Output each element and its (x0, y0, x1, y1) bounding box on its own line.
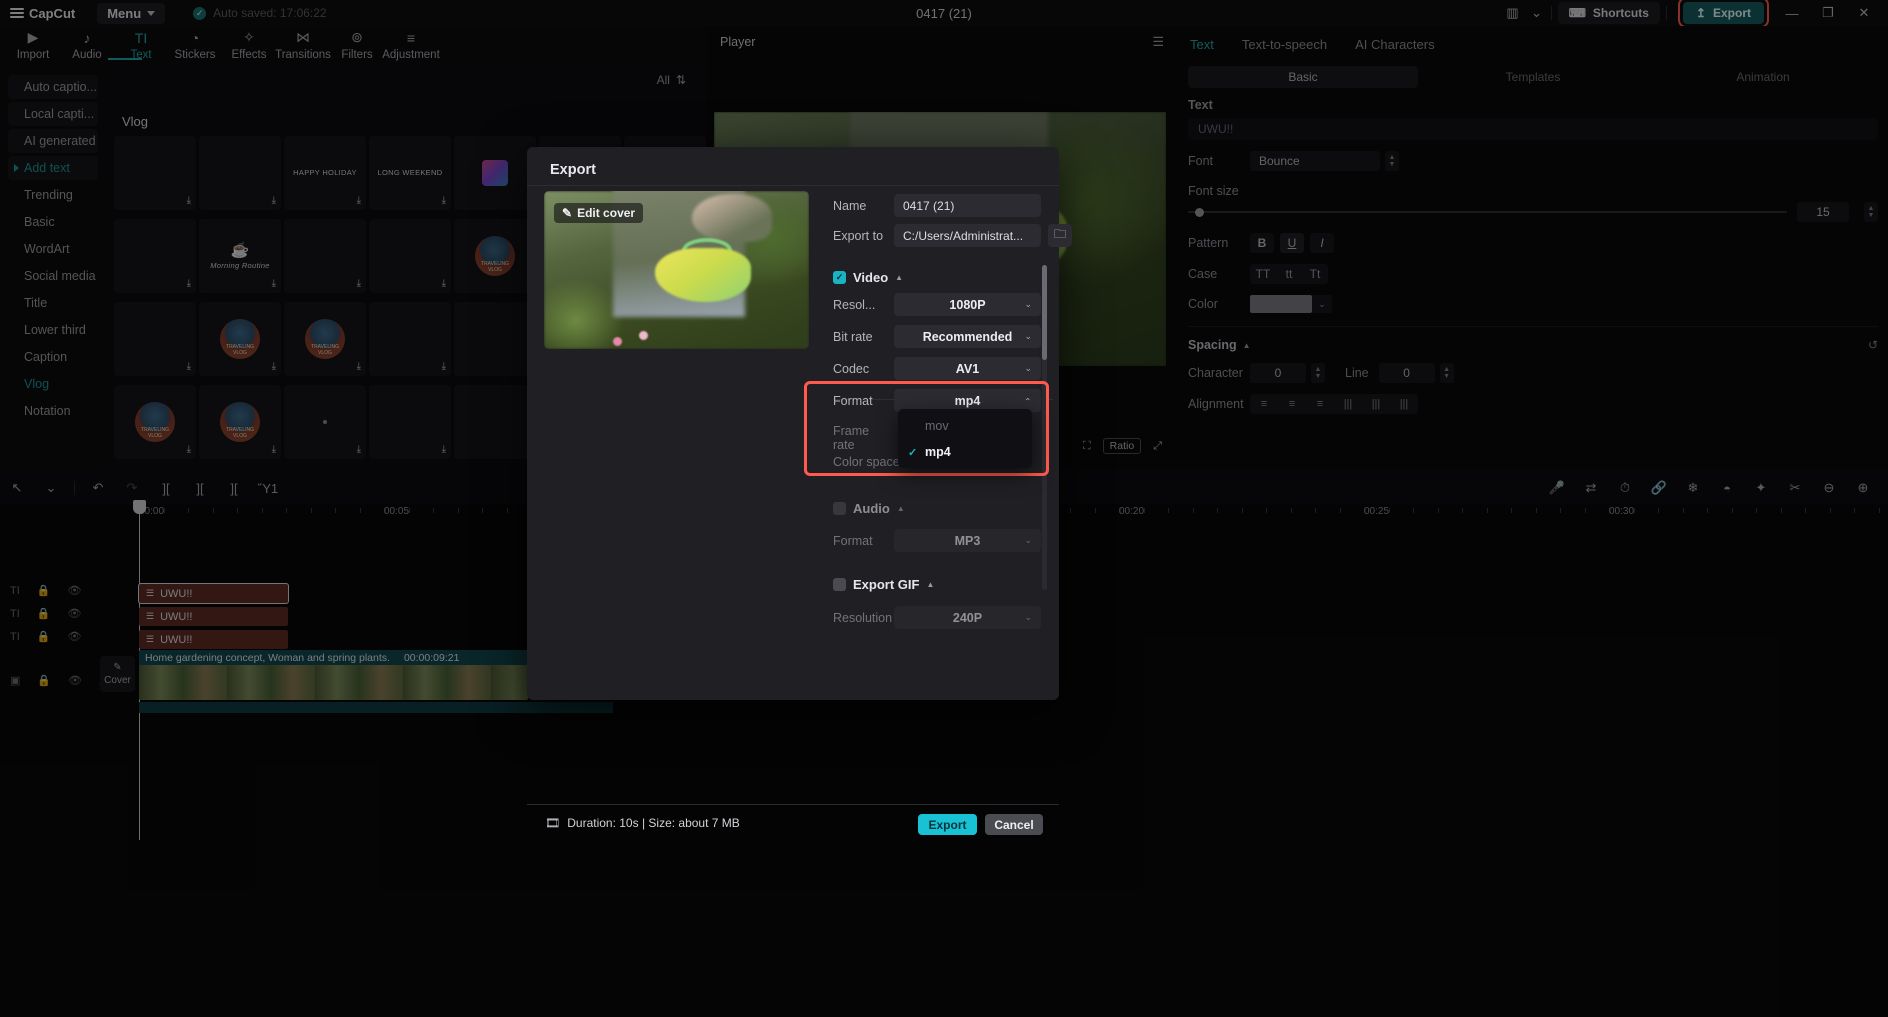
audio-format-select[interactable]: MP3 ⌄ (894, 529, 1041, 552)
video-checkbox[interactable]: ✓ (833, 271, 846, 284)
audio-format-value: MP3 (954, 533, 981, 548)
name-input[interactable]: 0417 (21) (894, 194, 1041, 217)
format-option-label: mov (925, 419, 949, 433)
bitrate-select[interactable]: Recommended ⌄ (894, 325, 1041, 348)
format-option-mov[interactable]: mov (898, 413, 1032, 439)
divider (527, 185, 1059, 186)
gif-checkbox[interactable] (833, 578, 846, 591)
chevron-up-icon[interactable]: ▲ (897, 504, 905, 513)
resolution-select[interactable]: 1080P ⌄ (894, 293, 1041, 316)
chevron-down-icon: ⌄ (1024, 612, 1032, 622)
audio-section-header[interactable]: Audio ▲ (833, 501, 905, 516)
dialog-export-button[interactable]: Export (918, 814, 977, 835)
gif-resolution-select[interactable]: 240P ⌄ (894, 606, 1041, 629)
resolution-label: Resol... (833, 297, 876, 312)
chevron-down-icon: ⌄ (1024, 299, 1032, 309)
cover-arm (692, 194, 772, 242)
chevron-down-icon: ⌄ (1024, 331, 1032, 341)
duration-info: 🎞 Duration: 10s | Size: about 7 MB (545, 816, 740, 830)
bitrate-label: Bit rate (833, 329, 873, 344)
edit-cover-button[interactable]: ✎ Edit cover (554, 203, 644, 223)
chevron-up-icon[interactable]: ▲ (895, 273, 903, 282)
codec-select[interactable]: AV1 ⌄ (894, 357, 1041, 380)
check-icon: ✓ (908, 446, 918, 459)
pencil-icon: ✎ (562, 206, 573, 220)
resolution-value: 1080P (949, 297, 986, 312)
audio-checkbox[interactable] (833, 502, 846, 515)
scrollbar-thumb[interactable] (1042, 265, 1047, 360)
gif-resolution-row: Resolution 240P ⌄ (833, 606, 1041, 629)
codec-value: AV1 (955, 361, 980, 376)
bitrate-row: Bit rate Recommended ⌄ (833, 325, 1041, 348)
export-to-row: Export to C:/Users/Administrat... 🗀 (833, 224, 1072, 247)
duration-text: Duration: 10s | Size: about 7 MB (567, 816, 740, 830)
edit-cover-label: Edit cover (577, 206, 636, 220)
dialog-title: Export (550, 162, 596, 178)
chevron-down-icon: ⌄ (1024, 535, 1032, 545)
video-section-header[interactable]: ✓ Video ▲ (833, 270, 903, 285)
audio-section-label: Audio (853, 501, 890, 516)
audio-format-label: Format (833, 533, 873, 548)
film-icon: 🎞 (545, 816, 561, 830)
resolution-row: Resol... 1080P ⌄ (833, 293, 1041, 316)
name-row: Name 0417 (21) (833, 194, 1041, 217)
cover-flower (639, 330, 649, 340)
name-label: Name (833, 198, 867, 213)
divider (527, 804, 1059, 805)
format-option-label: mp4 (925, 445, 951, 459)
codec-row: Codec AV1 ⌄ (833, 357, 1041, 380)
gif-section-header[interactable]: Export GIF ▲ (833, 577, 934, 592)
export-path-input[interactable]: C:/Users/Administrat... (894, 224, 1041, 247)
chevron-up-icon[interactable]: ▲ (926, 580, 934, 589)
gif-section-label: Export GIF (853, 577, 920, 592)
gif-resolution-value: 240P (952, 610, 983, 625)
bitrate-value: Recommended (922, 329, 1013, 344)
video-section-label: Video (853, 270, 889, 285)
chevron-down-icon: ⌄ (1024, 363, 1032, 373)
dialog-cancel-button[interactable]: Cancel (985, 814, 1043, 835)
folder-icon[interactable]: 🗀 (1048, 224, 1072, 247)
export-to-label: Export to (833, 228, 884, 243)
cover-watering-can (655, 247, 751, 302)
format-dropdown-menu: mov ✓ mp4 (898, 409, 1032, 468)
cover-flower (612, 336, 622, 346)
cover-preview: ✎ Edit cover (544, 191, 809, 349)
audio-format-row: Format MP3 ⌄ (833, 529, 1041, 552)
codec-label: Codec (833, 361, 870, 376)
format-option-mp4[interactable]: ✓ mp4 (898, 439, 1032, 465)
gif-resolution-label: Resolution (833, 610, 893, 625)
